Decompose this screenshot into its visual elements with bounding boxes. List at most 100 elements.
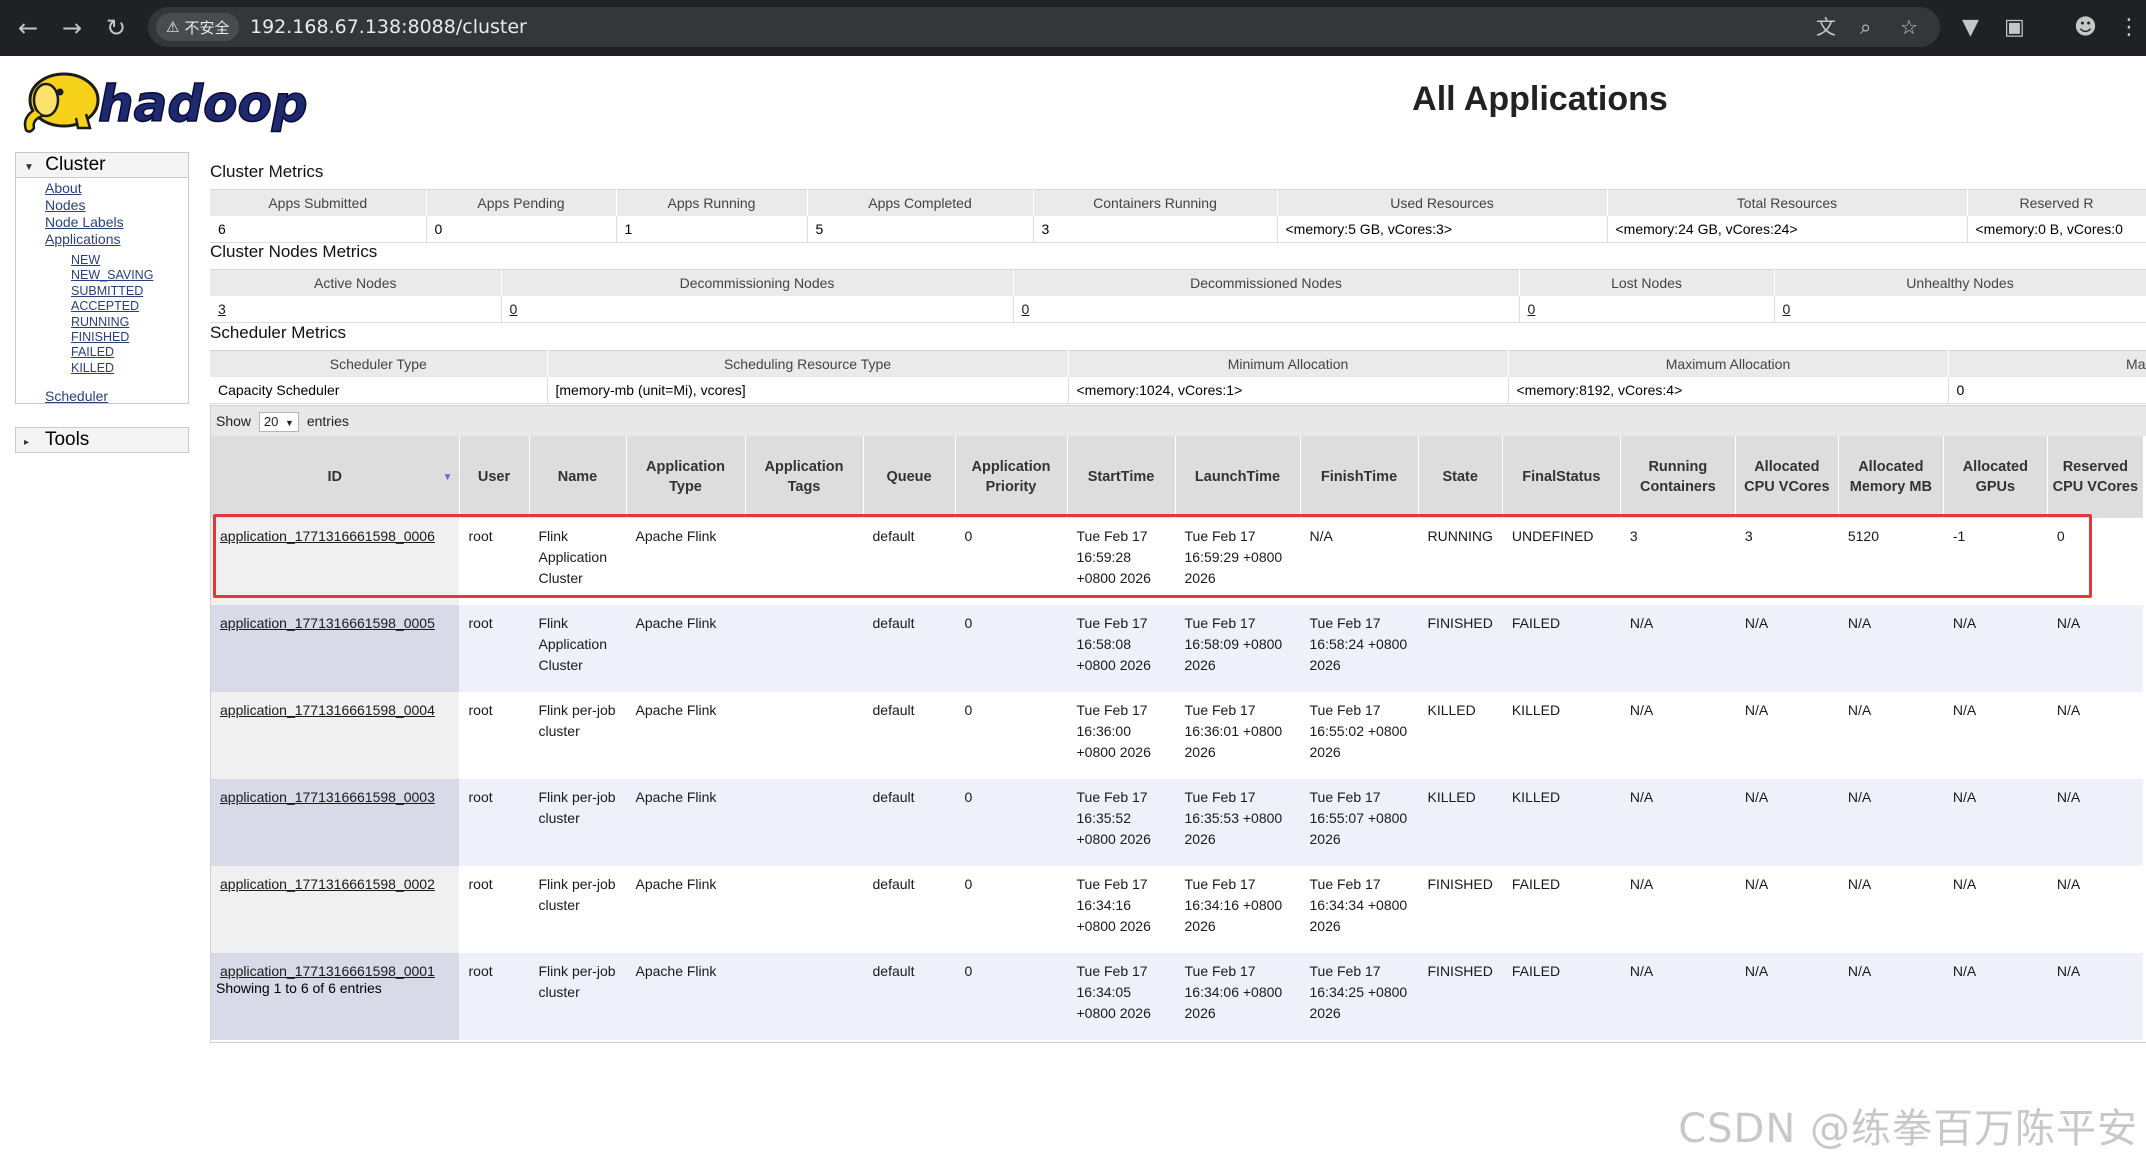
- scheduler-header: Scheduling Resource Type: [547, 350, 1069, 377]
- column-header[interactable]: Queue: [863, 436, 956, 518]
- decommissioning-nodes-link[interactable]: 0: [510, 301, 518, 317]
- metric-header: Apps Submitted: [210, 189, 427, 216]
- application-id-link[interactable]: application_1771316661598_0001: [220, 963, 435, 979]
- nav-link-node-labels[interactable]: Node Labels: [16, 214, 188, 231]
- decommissioned-nodes-link[interactable]: 0: [1022, 301, 1030, 317]
- table-cell: Apache Flink: [626, 692, 745, 779]
- nav-link-about[interactable]: About: [16, 180, 188, 197]
- metric-value: <memory:0 B, vCores:0: [1967, 216, 2146, 243]
- table-cell: [745, 692, 863, 779]
- table-cell: N/A: [1620, 692, 1736, 779]
- table-cell: Tue Feb 17 16:34:16 +0800 2026: [1175, 866, 1300, 953]
- tools-nav-header[interactable]: ▸ Tools: [16, 428, 188, 452]
- column-header[interactable]: Application Type: [626, 436, 746, 518]
- metric-value: 1: [616, 216, 808, 243]
- cluster-nav-header[interactable]: ▼ Cluster: [16, 153, 188, 178]
- forward-icon[interactable]: →: [52, 0, 92, 56]
- table-cell: Tue Feb 17 16:35:52 +0800 2026: [1067, 779, 1175, 866]
- node-metric-header: Active Nodes: [210, 269, 502, 296]
- column-header[interactable]: Running Containers: [1620, 436, 1736, 518]
- column-header[interactable]: LaunchTime: [1175, 436, 1301, 518]
- table-cell: N/A: [1300, 518, 1418, 605]
- metric-value: 6: [210, 216, 427, 243]
- application-id-link[interactable]: application_1771316661598_0005: [220, 615, 435, 631]
- zoom-icon[interactable]: ⌕: [1860, 7, 1871, 47]
- back-icon[interactable]: ←: [8, 0, 48, 56]
- page-length-select[interactable]: 20 ▼: [258, 412, 299, 433]
- nav-state-finished[interactable]: FINISHED: [16, 330, 188, 345]
- column-header-label: Name: [557, 469, 598, 485]
- application-id-link[interactable]: application_1771316661598_0003: [220, 789, 435, 805]
- nav-state-failed[interactable]: FAILED: [16, 345, 188, 360]
- application-id-link[interactable]: application_1771316661598_0006: [220, 528, 435, 544]
- nav-state-new-saving[interactable]: NEW_SAVING: [16, 268, 188, 283]
- table-cell: Tue Feb 17 16:34:25 +0800 2026: [1300, 953, 1418, 1040]
- translate-icon[interactable]: 文: [1816, 7, 1836, 47]
- column-header[interactable]: Application Priority: [955, 436, 1068, 518]
- table-cell: Apache Flink: [626, 779, 745, 866]
- page-length-value: 20: [263, 414, 279, 430]
- table-cell: RUNNING: [1418, 518, 1503, 605]
- nav-state-killed[interactable]: KILLED: [16, 361, 188, 376]
- table-cell: root: [459, 605, 529, 692]
- nav-state-submitted[interactable]: SUBMITTED: [16, 284, 188, 299]
- bookmark-star-icon[interactable]: ☆: [1900, 7, 1918, 47]
- table-cell: application_1771316661598_0005: [211, 605, 459, 692]
- security-chip[interactable]: ⚠ 不安全: [156, 13, 240, 41]
- column-header[interactable]: StartTime: [1067, 436, 1176, 518]
- extensions-puzzle-icon[interactable]: ▣: [2004, 0, 2025, 56]
- table-cell: 0: [955, 605, 1067, 692]
- table-cell: 0: [955, 518, 1067, 605]
- address-bar[interactable]: ⚠ 不安全 192.168.67.138:8088/cluster 文 ⌕ ☆: [148, 7, 1940, 47]
- nav-link-scheduler[interactable]: Scheduler: [16, 388, 188, 405]
- unhealthy-nodes-link[interactable]: 0: [1783, 301, 1791, 317]
- column-header[interactable]: State: [1418, 436, 1503, 518]
- nav-state-new[interactable]: NEW: [16, 253, 188, 268]
- nav-state-running[interactable]: RUNNING: [16, 315, 188, 330]
- table-cell: [745, 779, 863, 866]
- profile-icon[interactable]: ☻: [2074, 0, 2097, 56]
- reload-icon[interactable]: ↻: [96, 0, 136, 56]
- column-header[interactable]: FinishTime: [1300, 436, 1419, 518]
- extension-v-icon[interactable]: ▼: [1962, 0, 1979, 56]
- table-cell: 0: [955, 953, 1067, 1040]
- lost-nodes-link[interactable]: 0: [1528, 301, 1536, 317]
- column-header[interactable]: Allocated CPU VCores: [1735, 436, 1839, 518]
- column-header[interactable]: FinalStatus: [1502, 436, 1621, 518]
- column-header[interactable]: Allocated GPUs: [1943, 436, 2048, 518]
- table-cell: N/A: [1943, 953, 2048, 1040]
- entries-label: entries: [306, 413, 349, 429]
- nav-state-accepted[interactable]: ACCEPTED: [16, 299, 188, 314]
- table-cell: Tue Feb 17 16:36:00 +0800 2026: [1067, 692, 1175, 779]
- table-cell: N/A: [2047, 953, 2144, 1040]
- column-header-label: Queue: [886, 469, 932, 485]
- scheduler-header: Maximum Allocation: [1508, 350, 1949, 377]
- expand-triangle-icon: ▸: [24, 437, 30, 448]
- column-header[interactable]: User: [459, 436, 530, 518]
- table-cell: N/A: [1620, 866, 1736, 953]
- application-id-link[interactable]: application_1771316661598_0002: [220, 876, 435, 892]
- table-cell: 3: [1735, 518, 1839, 605]
- table-cell: root: [459, 518, 529, 605]
- table-cell: N/A: [2047, 692, 2144, 779]
- collapse-triangle-icon: ▼: [24, 162, 34, 173]
- metric-header: Containers Running: [1033, 189, 1278, 216]
- column-header[interactable]: ID ▼: [211, 436, 460, 518]
- column-header[interactable]: Allocated Memory MB: [1838, 436, 1944, 518]
- nav-link-applications[interactable]: Applications: [16, 231, 188, 248]
- url-text[interactable]: 192.168.67.138:8088/cluster: [250, 7, 527, 47]
- column-header-label: Application Tags: [764, 459, 844, 495]
- application-id-link[interactable]: application_1771316661598_0004: [220, 702, 435, 718]
- table-cell: [745, 953, 863, 1040]
- table-cell: Tue Feb 17 16:34:06 +0800 2026: [1175, 953, 1300, 1040]
- nav-link-nodes[interactable]: Nodes: [16, 197, 188, 214]
- table-cell: N/A: [1943, 866, 2048, 953]
- active-nodes-link[interactable]: 3: [218, 301, 226, 317]
- column-header[interactable]: Reserved CPU VCores: [2047, 436, 2144, 518]
- column-header[interactable]: Application Tags: [745, 436, 864, 518]
- table-cell: N/A: [2047, 605, 2144, 692]
- column-header-label: Allocated Memory MB: [1849, 459, 1932, 495]
- menu-icon[interactable]: ⋮: [2118, 0, 2140, 56]
- column-header[interactable]: Name: [529, 436, 627, 518]
- logo-wordmark: hadoop: [98, 75, 308, 133]
